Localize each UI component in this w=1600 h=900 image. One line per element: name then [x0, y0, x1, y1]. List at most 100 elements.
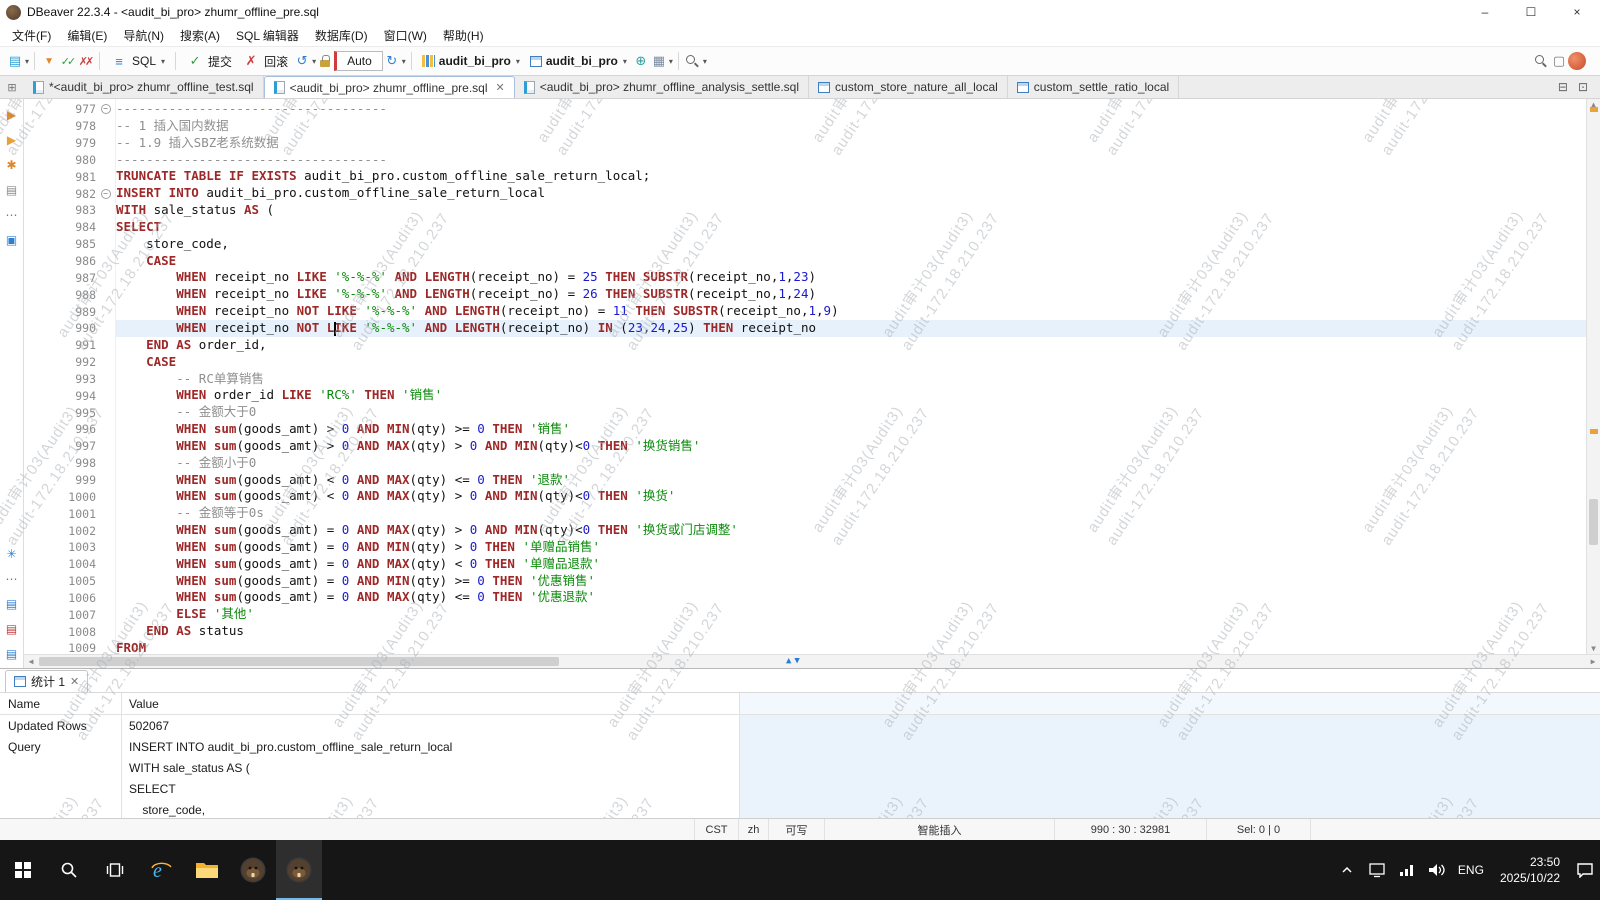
quick-access-search-button[interactable]: [1532, 50, 1550, 72]
new-script-icon[interactable]: [6, 50, 24, 72]
stats-header-value[interactable]: Value: [122, 693, 740, 714]
code-line[interactable]: ELSE '其他': [116, 606, 1586, 623]
rollback-button[interactable]: 回滚: [237, 49, 293, 73]
search-dropdown-icon[interactable]: ▾: [703, 57, 707, 66]
internet-explorer-button[interactable]: e: [138, 840, 184, 900]
double-check-icon[interactable]: [58, 50, 76, 72]
stats-value-cell[interactable]: 502067: [122, 715, 740, 736]
sql-menu-button[interactable]: SQL ▾: [105, 49, 170, 73]
stats-value-cell[interactable]: SELECT: [122, 778, 740, 799]
stats-value-cell[interactable]: INSERT INTO audit_bi_pro.custom_offline_…: [122, 736, 740, 757]
code-line[interactable]: WHEN receipt_no NOT LIKE '%-%-%' AND LEN…: [116, 320, 1586, 337]
code-line[interactable]: WHEN sum(goods_amt) = 0 AND MAX(qty) <= …: [116, 589, 1586, 606]
close-icon[interactable]: ✕: [70, 675, 79, 688]
layout-dropdown-icon[interactable]: ▾: [669, 57, 673, 66]
code-line[interactable]: -- 金额等于0s: [116, 505, 1586, 522]
menu-item[interactable]: 搜索(A): [172, 25, 228, 46]
dbeaver-taskbar-button-1[interactable]: [230, 840, 276, 900]
taskbar-clock[interactable]: 23:50 2025/10/22: [1490, 840, 1570, 900]
editor-tab-2[interactable]: <audit_bi_pro> zhumr_offline_pre.sql✕: [264, 76, 515, 98]
commit-button[interactable]: 提交: [181, 49, 237, 73]
code-line[interactable]: WHEN sum(goods_amt) > 0 AND MAX(qty) > 0…: [116, 438, 1586, 455]
code-line[interactable]: -- RC单算销售: [116, 371, 1586, 388]
editor-tab-1[interactable]: *<audit_bi_pro> zhumr_offline_test.sql: [24, 76, 264, 98]
menu-item[interactable]: 数据库(D): [307, 25, 376, 46]
pin-icon[interactable]: [40, 50, 58, 72]
code-line[interactable]: WITH sale_status AS (: [116, 202, 1586, 219]
fold-marker-icon[interactable]: −: [101, 189, 111, 199]
log-doc-icon[interactable]: [3, 646, 21, 662]
search-button[interactable]: [684, 50, 702, 72]
fold-marker-icon[interactable]: −: [101, 104, 111, 114]
code-line[interactable]: WHEN receipt_no LIKE '%-%-%' AND LENGTH(…: [116, 269, 1586, 286]
new-script-dropdown-icon[interactable]: ▾: [25, 57, 29, 66]
menu-item[interactable]: 窗口(W): [376, 25, 435, 46]
restore-panel-icon[interactable]: ⊞: [0, 76, 24, 98]
statusbar-item-5[interactable]: 990 : 30 : 32981: [1054, 819, 1206, 840]
code-area[interactable]: -------------------------------------- 1…: [116, 99, 1586, 654]
code-line[interactable]: END AS status: [116, 623, 1586, 640]
menu-item[interactable]: 帮助(H): [435, 25, 492, 46]
code-line[interactable]: FROM: [116, 640, 1586, 654]
execute-script-icon[interactable]: [3, 132, 21, 148]
minimize-editor-icon[interactable]: ⊟: [1558, 80, 1568, 94]
code-line[interactable]: ------------------------------------: [116, 152, 1586, 169]
stats-name-cell[interactable]: Updated Rows: [0, 715, 122, 736]
code-line[interactable]: INSERT INTO audit_bi_pro.custom_offline_…: [116, 185, 1586, 202]
statusbar-item-6[interactable]: Sel: 0 | 0: [1206, 819, 1310, 840]
volume-button[interactable]: [1422, 840, 1452, 900]
menu-item[interactable]: SQL 编辑器: [228, 25, 307, 46]
file-explorer-button[interactable]: [184, 840, 230, 900]
dbeaver-taskbar-button-2[interactable]: [276, 840, 322, 900]
sash-up-icon[interactable]: ▲: [786, 654, 791, 668]
stats-name-cell[interactable]: [0, 757, 122, 778]
stats-header-name[interactable]: Name: [0, 693, 122, 714]
stats-name-cell[interactable]: [0, 799, 122, 818]
stats-value-cell[interactable]: WITH sale_status AS (: [122, 757, 740, 778]
schema-selector[interactable]: audit_bi_pro ▾: [525, 53, 632, 69]
scroll-down-icon[interactable]: ▼: [1587, 644, 1600, 653]
refresh-dropdown-icon[interactable]: ▾: [402, 57, 406, 66]
code-line[interactable]: WHEN receipt_no LIKE '%-%-%' AND LENGTH(…: [116, 286, 1586, 303]
more-actions-icon[interactable]: [3, 207, 21, 223]
maximize-editor-icon[interactable]: ⊡: [1578, 80, 1588, 94]
script-doc-icon[interactable]: [3, 182, 21, 198]
tray-expand-button[interactable]: [1332, 840, 1362, 900]
code-line[interactable]: CASE: [116, 253, 1586, 270]
transaction-log-icon[interactable]: [293, 50, 311, 72]
editor-tab-3[interactable]: <audit_bi_pro> zhumr_offline_analysis_se…: [515, 76, 809, 98]
menu-item[interactable]: 文件(F): [4, 25, 59, 46]
menu-item[interactable]: 编辑(E): [59, 25, 115, 46]
code-line[interactable]: WHEN sum(goods_amt) < 0 AND MAX(qty) > 0…: [116, 488, 1586, 505]
editor-tab-5[interactable]: custom_settle_ratio_local: [1008, 76, 1179, 98]
code-line[interactable]: -- 1.9 插入SBZ老系统数据: [116, 135, 1586, 152]
maximize-button[interactable]: ☐: [1508, 0, 1554, 24]
more-actions-icon[interactable]: [3, 571, 21, 587]
close-icon[interactable]: ✕: [496, 81, 505, 94]
double-cross-icon[interactable]: [76, 50, 94, 72]
settings-gear-icon[interactable]: [3, 546, 21, 562]
statusbar-item-4[interactable]: 智能插入: [824, 819, 1054, 840]
start-button[interactable]: [0, 840, 46, 900]
code-line[interactable]: WHEN sum(goods_amt) = 0 AND MAX(qty) > 0…: [116, 522, 1586, 539]
perspective-icon[interactable]: [1550, 50, 1568, 72]
error-doc-icon[interactable]: [3, 621, 21, 637]
stats-name-cell[interactable]: [0, 778, 122, 799]
close-button[interactable]: ×: [1554, 0, 1600, 24]
task-view-button[interactable]: [92, 840, 138, 900]
input-language-indicator[interactable]: ENG: [1452, 840, 1490, 900]
editor-tab-4[interactable]: custom_store_nature_all_local: [809, 76, 1008, 98]
navigate-icon[interactable]: [632, 50, 650, 72]
tray-display-button[interactable]: [1362, 840, 1392, 900]
refresh-icon[interactable]: [383, 50, 401, 72]
layout-icon[interactable]: [650, 50, 668, 72]
statusbar-item-2[interactable]: zh: [738, 819, 768, 840]
connection-selector[interactable]: audit_bi_pro ▾: [417, 53, 525, 69]
console-icon[interactable]: [3, 232, 21, 248]
scroll-right-icon[interactable]: ▶: [1586, 657, 1600, 666]
statusbar-item-3[interactable]: 可写: [768, 819, 824, 840]
network-status-button[interactable]: [1392, 840, 1422, 900]
tab-statistics[interactable]: 统计 1 ✕: [5, 670, 88, 692]
code-line[interactable]: WHEN sum(goods_amt) = 0 AND MAX(qty) < 0…: [116, 556, 1586, 573]
minimize-button[interactable]: –: [1462, 0, 1508, 24]
